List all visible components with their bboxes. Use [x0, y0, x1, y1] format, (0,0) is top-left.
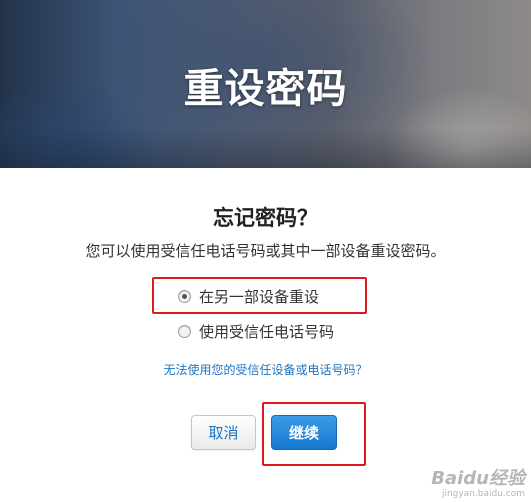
page-title: 重设密码	[183, 66, 348, 112]
cannot-use-device-link[interactable]: 无法使用您的受信任设备或电话号码？	[0, 361, 531, 378]
radio-button-unselected[interactable]	[178, 325, 191, 338]
instruction-text: 您可以使用受信任电话号码或其中一部设备重设密码。	[85, 242, 446, 260]
watermark-url: jingyan.baidu.com	[441, 489, 525, 499]
radio-option-trusted-phone[interactable]: 使用受信任电话号码	[178, 321, 334, 342]
radio-option-other-device[interactable]: 在另一部设备重设	[178, 286, 319, 307]
forgot-password-heading: 忘记密码？	[213, 206, 318, 230]
radio-option-label: 使用受信任电话号码	[199, 323, 335, 341]
watermark-brand: Baidu经验	[431, 468, 525, 489]
baidu-watermark: Baidu经验 jingyan.baidu.com	[431, 470, 525, 499]
continue-button[interactable]: 继续	[271, 415, 337, 450]
header-banner: 重设密码	[0, 0, 531, 168]
radio-option-label: 在另一部设备重设	[199, 288, 320, 306]
cancel-button[interactable]: 取消	[191, 415, 256, 450]
radio-button-selected[interactable]	[178, 290, 191, 303]
